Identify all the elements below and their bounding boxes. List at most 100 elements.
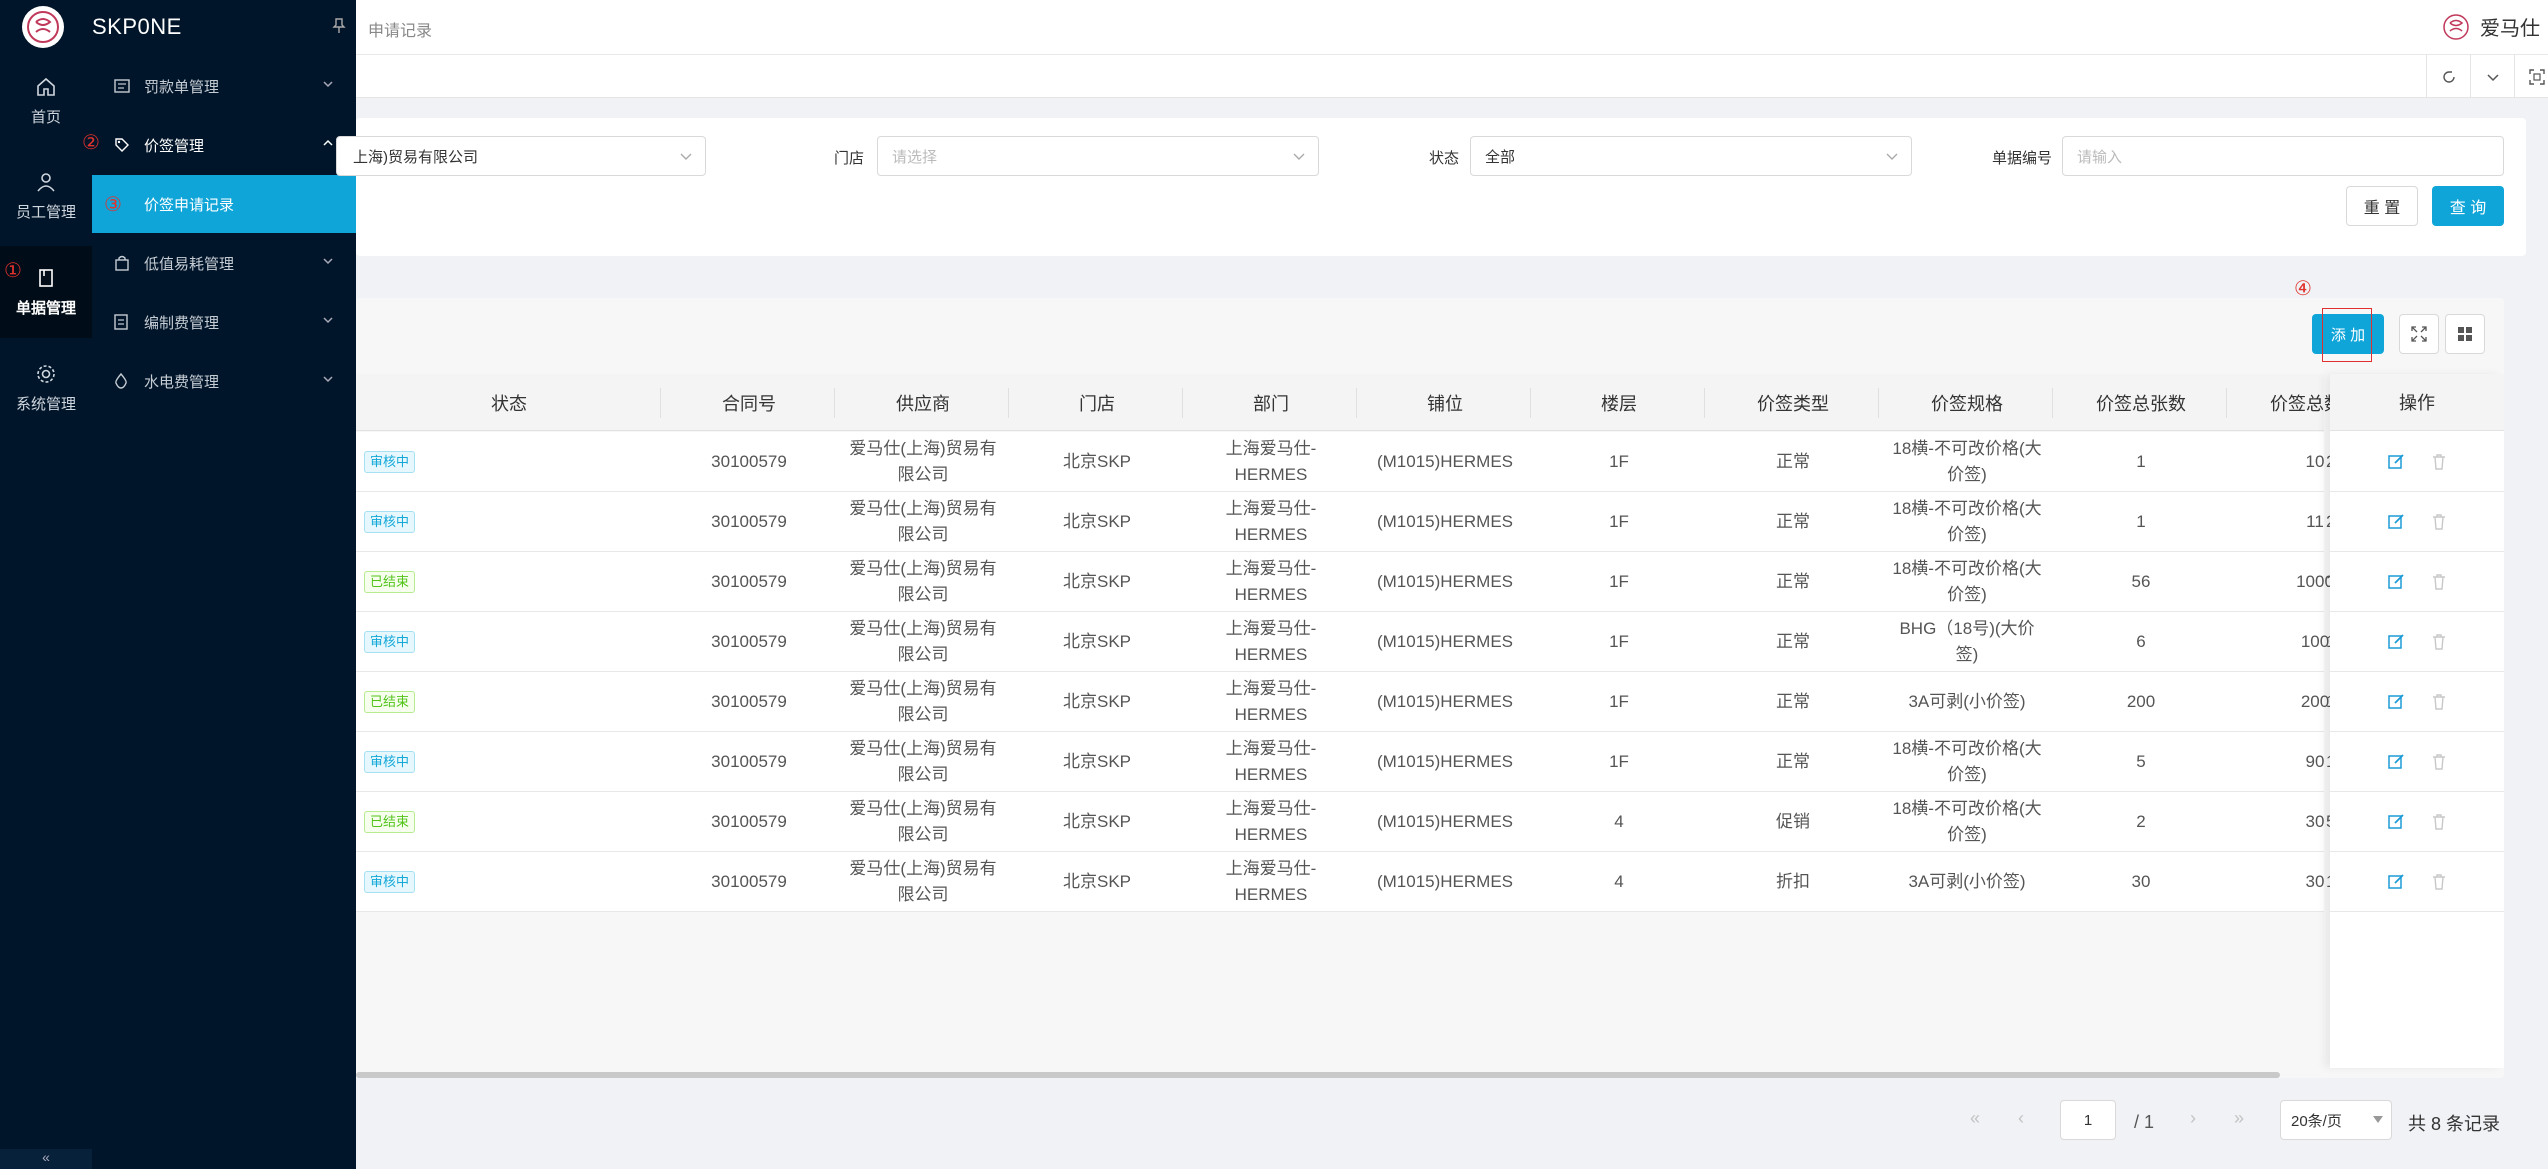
chevron-down-icon — [322, 315, 334, 325]
floor-cell: 4 — [1614, 872, 1624, 891]
edit-icon[interactable] — [2387, 873, 2405, 891]
store-cell: 北京SKP — [1062, 692, 1132, 711]
table-row[interactable]: 已结束 30100579 爱马仕(上海)贸易有限公司 北京SKP 上海爱马仕-HERME… — [356, 552, 2354, 612]
delete-icon[interactable] — [2431, 573, 2447, 591]
status-cell: 已结束 — [364, 672, 444, 732]
column-header[interactable]: 状态 — [356, 374, 662, 431]
table-row[interactable]: 审核中 30100579 爱马仕(上海)贸易有限公司 北京SKP 上海爱马仕-HERME… — [356, 432, 2350, 492]
submenu-consumables[interactable]: 低值易耗管理 — [92, 234, 356, 292]
type-cell: 正常 — [1776, 632, 1810, 651]
table-card: ④ 添 加 状态 合同号 供应商 门店 部门 铺位 楼层 价签类型 价签规格 价… — [356, 276, 2504, 1078]
filter-card: 上海)贸易有限公司 门店 请选择 状态 全部 单据编号 请输入 重 置 查 询 — [336, 118, 2526, 256]
page-input[interactable]: 1 — [2060, 1100, 2116, 1140]
table-row[interactable]: 审核中 30100579 爱马仕(上海)贸易有限公司 北京SKP 上海爱马仕-HERME… — [356, 492, 2350, 552]
spec-cell: 18横-不可改价格(大价签) — [1892, 559, 2042, 604]
chevron-down-icon — [322, 374, 334, 384]
submenu-label: 编制费管理 — [144, 314, 220, 332]
spec-cell: 18横-不可改价格(大价签) — [1892, 739, 2042, 784]
table-row[interactable]: 审核中 30100579 爱马仕(上海)贸易有限公司 北京SKP 上海爱马仕-HERME… — [356, 852, 2350, 912]
edit-icon[interactable] — [2387, 633, 2405, 651]
type-cell: 正常 — [1776, 572, 1810, 591]
column-header[interactable]: 合同号 — [662, 374, 836, 431]
rail-item-home[interactable]: 首页 — [0, 55, 92, 147]
reset-label: 重 置 — [2363, 200, 2401, 217]
spec-cell: 3A可剥(小价签) — [1908, 872, 2026, 891]
company-select[interactable]: 上海)贸易有限公司 — [336, 136, 706, 176]
receipt-icon — [114, 79, 134, 93]
first-page-icon[interactable]: « — [1970, 1108, 1980, 1129]
unit-cell: (M1015)HERMES — [1376, 452, 1514, 471]
table-row[interactable]: 审核中 30100579 爱马仕(上海)贸易有限公司 北京SKP 上海爱马仕-HERME… — [356, 732, 2350, 792]
status-cell: 审核中 — [364, 492, 444, 552]
next-page-icon[interactable]: › — [2190, 1108, 2196, 1129]
prev-page-icon[interactable]: ‹ — [2018, 1108, 2024, 1129]
tab-dropdown-button[interactable] — [2470, 55, 2514, 98]
floor-cell: 1F — [1609, 692, 1629, 711]
dept-cell: 上海爱马仕-HERMES — [1225, 799, 1317, 844]
status-cell: 审核中 — [364, 432, 444, 492]
edit-icon[interactable] — [2387, 513, 2405, 531]
supplier-cell: 爱马仕(上海)贸易有限公司 — [849, 739, 997, 784]
docno-input[interactable]: 请输入 — [2062, 136, 2504, 176]
delete-icon[interactable] — [2431, 873, 2447, 891]
delete-icon[interactable] — [2431, 453, 2447, 471]
contract-cell: 30100579 — [711, 572, 787, 591]
status-badge: 已结束 — [364, 691, 416, 713]
rail-item-staff[interactable]: 员工管理 — [0, 150, 92, 242]
column-settings-button[interactable] — [2445, 314, 2485, 354]
app-name: SKP0NE — [92, 14, 182, 39]
user-menu[interactable]: 爱马仕 — [2442, 12, 2540, 41]
column-header[interactable]: 楼层 — [1532, 374, 1706, 431]
edit-icon[interactable] — [2387, 693, 2405, 711]
last-page-icon[interactable]: » — [2234, 1108, 2244, 1129]
submenu-staffing-fees[interactable]: 编制费管理 — [92, 293, 356, 351]
total-records: 共 8 条记录 — [2408, 1114, 2501, 1134]
pin-icon[interactable] — [332, 18, 346, 34]
reset-button[interactable]: 重 置 — [2346, 186, 2418, 226]
rail-item-system[interactable]: 系统管理 — [0, 342, 92, 434]
column-header[interactable]: 价签总张数 — [2054, 374, 2228, 431]
edit-icon[interactable] — [2387, 753, 2405, 771]
store-select[interactable]: 请选择 — [877, 136, 1319, 176]
edit-icon[interactable] — [2387, 573, 2405, 591]
spec-cell: 18横-不可改价格(大价签) — [1892, 799, 2042, 844]
delete-icon[interactable] — [2431, 513, 2447, 531]
table-row[interactable]: 审核中 30100579 爱马仕(上海)贸易有限公司 北京SKP 上海爱马仕-HERME… — [356, 612, 2350, 672]
column-header[interactable]: 铺位 — [1358, 374, 1532, 431]
edit-icon[interactable] — [2387, 813, 2405, 831]
fullscreen-button[interactable] — [2514, 55, 2548, 98]
submenu-utilities[interactable]: 水电费管理 — [92, 352, 356, 410]
submenu-price-tag-records[interactable]: 价签申请记录 — [92, 175, 356, 233]
column-header[interactable]: 价签规格 — [1880, 374, 2054, 431]
type-cell: 正常 — [1776, 752, 1810, 771]
store-label: 门店 — [834, 150, 865, 167]
delete-icon[interactable] — [2431, 753, 2447, 771]
submenu-fines[interactable]: 罚款单管理 — [92, 57, 356, 115]
column-header[interactable]: 门店 — [1010, 374, 1184, 431]
table-row[interactable]: 已结束 30100579 爱马仕(上海)贸易有限公司 北京SKP 上海爱马仕-HERME… — [356, 672, 2359, 732]
collapse-toggle[interactable]: « — [0, 1149, 92, 1169]
edit-icon[interactable] — [2387, 453, 2405, 471]
type-cell: 折扣 — [1776, 872, 1810, 891]
column-header[interactable]: 部门 — [1184, 374, 1358, 431]
delete-icon[interactable] — [2431, 633, 2447, 651]
submenu-price-tags[interactable]: 价签管理 — [92, 116, 356, 174]
operation-cell — [2330, 732, 2504, 792]
expand-button[interactable] — [2399, 314, 2439, 354]
delete-icon[interactable] — [2431, 813, 2447, 831]
status-select[interactable]: 全部 — [1470, 136, 1912, 176]
column-header[interactable]: 价签类型 — [1706, 374, 1880, 431]
horizontal-scrollbar[interactable] — [356, 1072, 2280, 1078]
table-row[interactable]: 已结束 30100579 爱马仕(上海)贸易有限公司 北京SKP 上海爱马仕-HERME… — [356, 792, 2350, 852]
chevron-up-icon — [322, 138, 334, 148]
column-header[interactable]: 供应商 — [836, 374, 1010, 431]
status-badge: 审核中 — [364, 631, 416, 653]
store-cell: 北京SKP — [1062, 632, 1132, 651]
page-size-select[interactable]: 20条/页 — [2280, 1100, 2392, 1140]
refresh-button[interactable] — [2426, 55, 2470, 98]
chevron-down-icon — [1292, 149, 1306, 163]
floor-cell: 1F — [1609, 752, 1629, 771]
query-button[interactable]: 查 询 — [2432, 186, 2504, 226]
delete-icon[interactable] — [2431, 693, 2447, 711]
store-placeholder: 请选择 — [892, 148, 938, 166]
